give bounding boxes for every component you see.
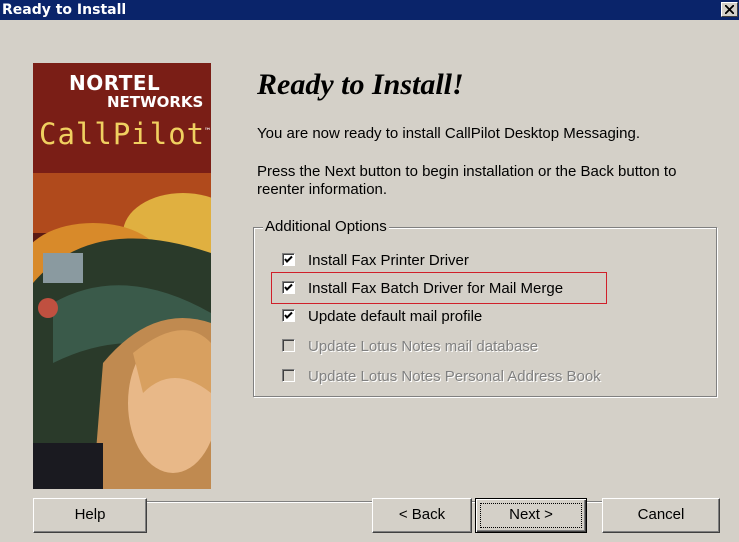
checkmark-icon (284, 311, 293, 319)
back-button[interactable]: < Back (372, 498, 472, 533)
checkbox (282, 339, 295, 352)
option-label: Update Lotus Notes mail database (308, 338, 539, 355)
networks-logo-text: NETWORKS (107, 93, 204, 111)
instruction-message: Press the Next button to begin installat… (257, 163, 677, 198)
page-title: Ready to Install! (257, 68, 464, 101)
callpilot-logo-text: CallPilot™ (39, 117, 211, 151)
close-button[interactable] (721, 2, 738, 17)
option-label: Install Fax Printer Driver (308, 252, 469, 269)
window-title: Ready to Install (2, 2, 127, 18)
group-title: Additional Options (263, 218, 389, 235)
checkbox[interactable] (282, 281, 295, 294)
option-label: Install Fax Batch Driver for Mail Merge (308, 280, 564, 297)
title-bar[interactable]: Ready to Install (0, 0, 739, 20)
checkbox (282, 369, 295, 382)
nortel-logo-text: NORTEL (69, 71, 161, 95)
option-label: Update default mail profile (308, 308, 483, 325)
close-icon (725, 5, 734, 14)
option-label: Update Lotus Notes Personal Address Book (308, 368, 601, 385)
help-button[interactable]: Help (33, 498, 147, 533)
checkmark-icon (284, 283, 293, 291)
next-button[interactable]: Next > (475, 498, 587, 533)
cancel-button[interactable]: Cancel (602, 498, 720, 533)
ready-message: You are now ready to install CallPilot D… (257, 125, 640, 142)
checkbox[interactable] (282, 253, 295, 266)
checkbox[interactable] (282, 309, 295, 322)
product-banner: NORTEL NETWORKS CallPilot™ (33, 63, 211, 489)
checkmark-icon (284, 255, 293, 263)
